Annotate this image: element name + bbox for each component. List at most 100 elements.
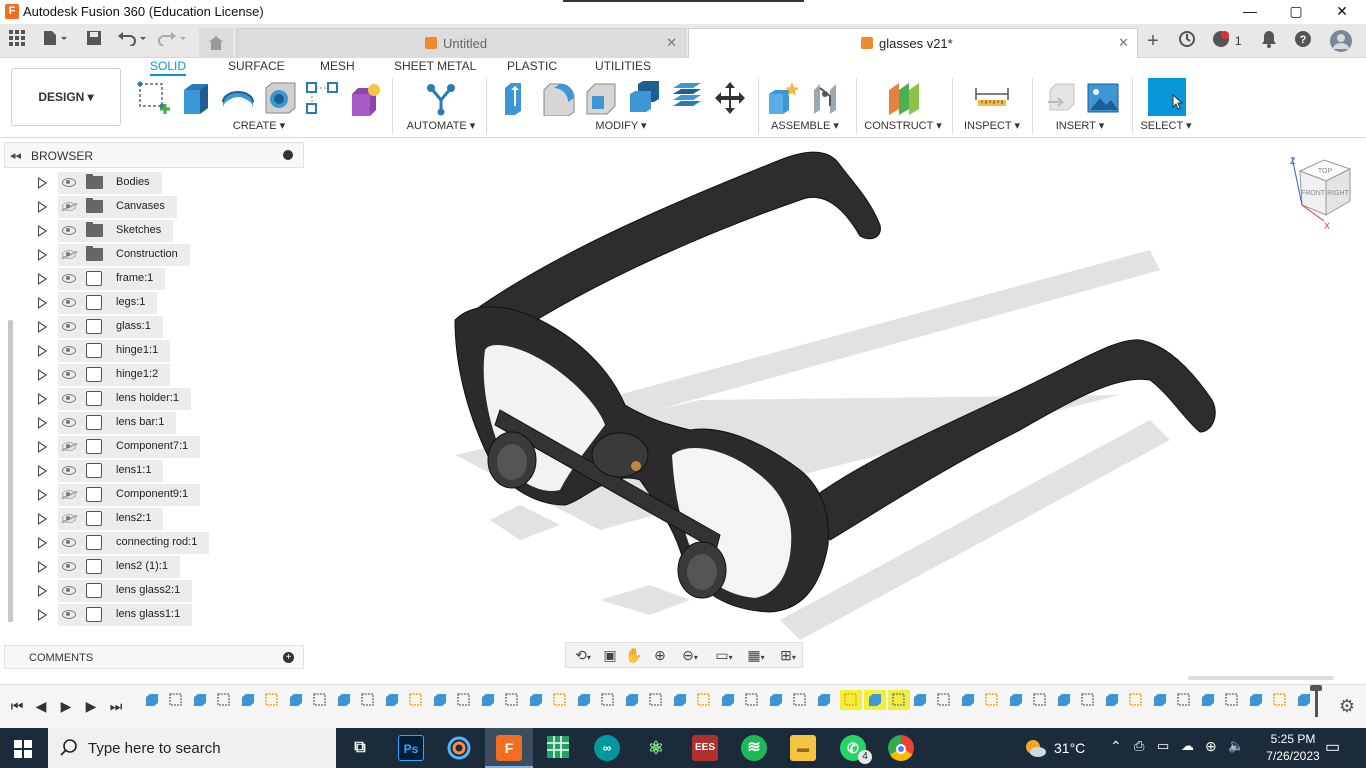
timeline-marker-handle[interactable]	[1310, 685, 1322, 691]
tab-surface[interactable]: SURFACE	[228, 58, 285, 76]
expand-arrow-icon[interactable]	[38, 321, 47, 333]
expand-arrow-icon[interactable]	[38, 417, 47, 429]
expand-arrow-icon[interactable]	[38, 465, 47, 477]
chrome-icon[interactable]	[888, 735, 914, 761]
viewports-icon[interactable]: ⊞▾	[774, 646, 802, 664]
offset-plane-icon[interactable]	[886, 80, 922, 116]
new-component-icon[interactable]	[766, 80, 802, 116]
timeline-feature-icon[interactable]	[504, 692, 520, 708]
timeline-feature-icon[interactable]	[696, 692, 712, 708]
timeline-feature-icon[interactable]	[1296, 692, 1312, 708]
workspace-switcher-button[interactable]: DESIGN ▾	[11, 68, 121, 126]
insert-menu[interactable]: INSERT ▾	[1050, 119, 1110, 132]
expand-arrow-icon[interactable]	[38, 249, 47, 261]
browser-item[interactable]: lens2:1	[30, 507, 300, 531]
visibility-eye-icon[interactable]	[62, 274, 76, 283]
visibility-eye-icon[interactable]	[62, 466, 76, 475]
visibility-eye-icon[interactable]	[62, 538, 76, 547]
shell-icon[interactable]	[583, 80, 619, 116]
timeline-feature-icon[interactable]	[1032, 692, 1048, 708]
tab-untitled[interactable]: Untitled ✕	[236, 28, 686, 58]
timeline-feature-icon[interactable]	[408, 692, 424, 708]
timeline-feature-icon[interactable]	[864, 690, 886, 710]
construct-menu[interactable]: CONSTRUCT ▾	[864, 119, 942, 132]
timeline-last-icon[interactable]: ⏭	[105, 695, 127, 717]
create-form-icon[interactable]	[348, 80, 384, 116]
photoshop-icon[interactable]: Ps	[398, 735, 424, 761]
timeline-feature-icon[interactable]	[1104, 692, 1120, 708]
timeline-feature-icon[interactable]	[768, 692, 784, 708]
timeline-feature-icon[interactable]	[888, 690, 910, 710]
help-icon[interactable]: ?	[1292, 30, 1314, 52]
timeline-feature-icon[interactable]	[1248, 692, 1264, 708]
expand-arrow-icon[interactable]	[38, 441, 47, 453]
fusion-taskbar-active[interactable]: F	[485, 728, 533, 768]
globe-network-icon[interactable]: ⊕	[1205, 738, 1217, 755]
minimize-button[interactable]: —	[1227, 0, 1273, 24]
measure-icon[interactable]	[974, 80, 1010, 116]
file-explorer-icon[interactable]: ▬	[790, 735, 816, 761]
expand-arrow-icon[interactable]	[38, 225, 47, 237]
close-window-button[interactable]: ✕	[1319, 0, 1365, 24]
browser-scrollbar[interactable]	[8, 320, 13, 622]
camera-tray-icon[interactable]: ⎙	[1134, 738, 1144, 754]
timeline-feature-icon[interactable]	[1152, 692, 1168, 708]
orbit-icon[interactable]: ⟲▾	[570, 646, 596, 664]
timeline-next-icon[interactable]: ▶	[80, 695, 102, 717]
timeline-previous-icon[interactable]: ◀	[30, 695, 52, 717]
atom-icon[interactable]: ⚛	[643, 735, 669, 761]
browser-item[interactable]: glass:1	[30, 315, 300, 339]
browser-item[interactable]: Bodies	[30, 171, 300, 195]
browser-item[interactable]: lens glass2:1	[30, 579, 300, 603]
timeline-play-icon[interactable]: ▶	[55, 695, 77, 717]
timeline-feature-icon[interactable]	[552, 692, 568, 708]
collapse-browser-icon[interactable]: ◂◂	[10, 149, 21, 162]
job-status-icon[interactable]	[1176, 30, 1198, 52]
visibility-eye-icon[interactable]	[62, 226, 76, 235]
expand-arrow-icon[interactable]	[38, 489, 47, 501]
show-hidden-icons-icon[interactable]: ⌃	[1110, 738, 1122, 755]
viewcube-right-label[interactable]: RIGHT	[1327, 190, 1350, 197]
press-pull-icon[interactable]	[497, 80, 533, 116]
timeline-feature-icon[interactable]	[672, 692, 688, 708]
engineering-app-icon[interactable]: EES	[692, 735, 718, 761]
weather-icon[interactable]	[1024, 738, 1046, 758]
timeline-feature-icon[interactable]	[1272, 692, 1288, 708]
inspect-menu[interactable]: INSPECT ▾	[962, 119, 1022, 132]
new-tab-icon[interactable]: +	[1142, 30, 1164, 52]
viewcube-front-label[interactable]: FRONT	[1301, 190, 1326, 197]
hidden-eye-icon[interactable]	[62, 514, 76, 523]
tab-plastic[interactable]: PLASTIC	[507, 58, 557, 76]
zoom-window-icon[interactable]: ⊕	[650, 646, 670, 664]
timeline-feature-icon[interactable]	[1056, 692, 1072, 708]
clock-time[interactable]: 5:25 PM	[1263, 732, 1323, 746]
timeline-feature-icon[interactable]	[216, 692, 232, 708]
timeline-feature-icon[interactable]	[1200, 692, 1216, 708]
comments-panel[interactable]: COMMENTS +	[4, 645, 304, 669]
viewcube-top-label[interactable]: TOP	[1318, 168, 1333, 175]
tab-solid[interactable]: SOLID	[150, 58, 187, 76]
pan-hand-icon[interactable]: ✋	[624, 646, 644, 664]
insert-derive-icon[interactable]	[1044, 80, 1080, 116]
hidden-eye-icon[interactable]	[62, 202, 76, 211]
grid-settings-icon[interactable]: ▦▾	[742, 646, 770, 664]
automate-menu[interactable]: AUTOMATE ▾	[402, 119, 480, 132]
timeline-feature-icon[interactable]	[624, 692, 640, 708]
expand-arrow-icon[interactable]	[38, 561, 47, 573]
timeline-feature-icon[interactable]	[1128, 692, 1144, 708]
tab-mesh[interactable]: MESH	[320, 58, 355, 76]
visibility-eye-icon[interactable]	[62, 178, 76, 187]
combine-icon[interactable]	[626, 80, 662, 116]
expand-arrow-icon[interactable]	[38, 273, 47, 285]
timeline-settings-gear-icon[interactable]: ⚙	[1336, 695, 1358, 717]
timeline-feature-icon[interactable]	[912, 692, 928, 708]
visibility-eye-icon[interactable]	[62, 610, 76, 619]
browser-item[interactable]: lens holder:1	[30, 387, 300, 411]
select-menu[interactable]: SELECT ▾	[1138, 119, 1194, 132]
file-menu-icon[interactable]	[40, 30, 70, 52]
display-settings-icon[interactable]: ▭▾	[710, 646, 738, 664]
expand-arrow-icon[interactable]	[38, 297, 47, 309]
viewport-scrollbar[interactable]	[1188, 676, 1334, 680]
timeline-feature-icon[interactable]	[144, 692, 160, 708]
extrude-icon[interactable]	[178, 80, 214, 116]
